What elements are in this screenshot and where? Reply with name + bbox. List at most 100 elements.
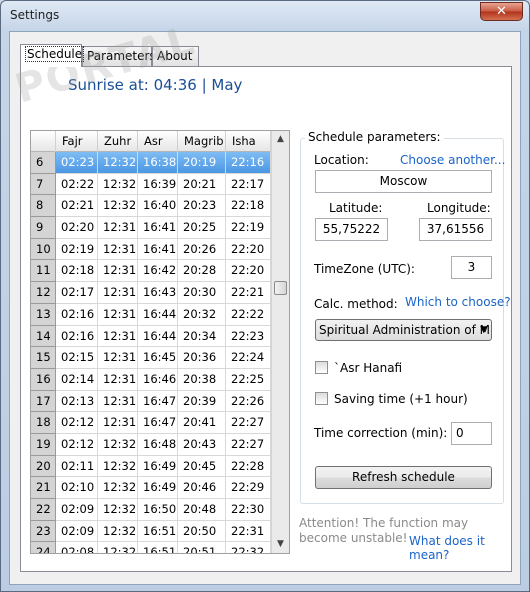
cell-fajr[interactable]: 02:16 — [56, 303, 98, 326]
cell-zuhr[interactable]: 12:31 — [98, 282, 138, 304]
cell-isha[interactable]: 22:28 — [226, 455, 271, 478]
cell-zuhr[interactable]: 12:32 — [98, 455, 138, 478]
cell-magrib[interactable]: 20:26 — [178, 238, 226, 261]
table-row[interactable]: 8 02:21 12:32 16:40 20:23 22:18 — [31, 195, 271, 218]
cell-magrib[interactable]: 20:21 — [178, 173, 226, 196]
refresh-schedule-button[interactable]: Refresh schedule — [315, 466, 492, 489]
cell-magrib[interactable]: 20:32 — [178, 303, 226, 326]
cell-magrib[interactable]: 20:46 — [178, 477, 226, 499]
choose-location-link[interactable]: Choose another... — [400, 153, 505, 167]
cell-zuhr[interactable]: 12:31 — [98, 347, 138, 369]
table-row[interactable]: 9 02:20 12:31 16:41 20:25 22:19 — [31, 217, 271, 239]
cell-isha[interactable]: 22:31 — [226, 520, 271, 543]
cell-zuhr[interactable]: 12:32 — [98, 499, 138, 521]
column-header-asr[interactable]: Asr — [138, 131, 178, 152]
table-row[interactable]: 18 02:12 12:31 16:47 20:41 22:27 — [31, 412, 271, 434]
table-row[interactable]: 7 02:22 12:32 16:39 20:21 22:17 — [31, 173, 271, 196]
table-row[interactable]: 22 02:09 12:32 16:50 20:48 22:30 — [31, 499, 271, 521]
cell-fajr[interactable]: 02:08 — [56, 542, 98, 553]
saving-time-label[interactable]: Saving time (+1 hour) — [334, 392, 468, 406]
cell-isha[interactable]: 22:20 — [226, 238, 271, 261]
cell-asr[interactable]: 16:40 — [138, 195, 178, 218]
cell-magrib[interactable]: 20:48 — [178, 499, 226, 521]
cell-zuhr[interactable]: 12:31 — [98, 325, 138, 348]
column-header-fajr[interactable]: Fajr — [56, 131, 98, 152]
cell-magrib[interactable]: 20:19 — [178, 152, 226, 174]
cell-zuhr[interactable]: 12:32 — [98, 433, 138, 456]
cell-fajr[interactable]: 02:15 — [56, 347, 98, 369]
cell-magrib[interactable]: 20:43 — [178, 433, 226, 456]
latitude-field[interactable]: 55,75222 — [315, 218, 388, 241]
cell-fajr[interactable]: 02:22 — [56, 173, 98, 196]
cell-zuhr[interactable]: 12:32 — [98, 195, 138, 218]
table-row[interactable]: 13 02:16 12:31 16:44 20:32 22:22 — [31, 303, 271, 326]
time-correction-field[interactable]: 0 — [451, 422, 492, 445]
saving-time-checkbox[interactable] — [315, 392, 328, 405]
cell-fajr[interactable]: 02:12 — [56, 433, 98, 456]
cell-magrib[interactable]: 20:38 — [178, 368, 226, 391]
cell-asr[interactable]: 16:38 — [138, 152, 178, 174]
cell-asr[interactable]: 16:41 — [138, 217, 178, 239]
cell-isha[interactable]: 22:26 — [226, 390, 271, 413]
cell-isha[interactable]: 22:23 — [226, 325, 271, 348]
cell-zuhr[interactable]: 12:31 — [98, 412, 138, 434]
cell-asr[interactable]: 16:43 — [138, 282, 178, 304]
cell-isha[interactable]: 22:32 — [226, 542, 271, 553]
table-row[interactable]: 16 02:14 12:31 16:46 20:38 22:25 — [31, 368, 271, 391]
cell-fajr[interactable]: 02:17 — [56, 282, 98, 304]
cell-asr[interactable]: 16:51 — [138, 542, 178, 553]
cell-asr[interactable]: 16:44 — [138, 303, 178, 326]
calc-method-select[interactable]: Spiritual Administration of M ▼ — [315, 319, 492, 341]
table-row[interactable]: 19 02:12 12:32 16:48 20:43 22:27 — [31, 433, 271, 456]
cell-isha[interactable]: 22:29 — [226, 477, 271, 499]
cell-asr[interactable]: 16:47 — [138, 412, 178, 434]
cell-asr[interactable]: 16:39 — [138, 173, 178, 196]
cell-fajr[interactable]: 02:14 — [56, 368, 98, 391]
cell-fajr[interactable]: 02:19 — [56, 238, 98, 261]
cell-fajr[interactable]: 02:09 — [56, 499, 98, 521]
cell-fajr[interactable]: 02:10 — [56, 477, 98, 499]
cell-asr[interactable]: 16:45 — [138, 347, 178, 369]
cell-magrib[interactable]: 20:23 — [178, 195, 226, 218]
cell-magrib[interactable]: 20:51 — [178, 542, 226, 553]
cell-zuhr[interactable]: 12:31 — [98, 368, 138, 391]
cell-isha[interactable]: 22:25 — [226, 368, 271, 391]
scrollbar-thumb[interactable] — [274, 281, 287, 295]
cell-fajr[interactable]: 02:21 — [56, 195, 98, 218]
cell-isha[interactable]: 22:24 — [226, 347, 271, 369]
cell-fajr[interactable]: 02:23 — [56, 152, 98, 174]
cell-fajr[interactable]: 02:12 — [56, 412, 98, 434]
table-row[interactable]: 15 02:15 12:31 16:45 20:36 22:24 — [31, 347, 271, 369]
cell-magrib[interactable]: 20:39 — [178, 390, 226, 413]
cell-isha[interactable]: 22:27 — [226, 433, 271, 456]
cell-zuhr[interactable]: 12:32 — [98, 542, 138, 553]
asr-hanafi-label[interactable]: `Asr Hanafi — [334, 361, 402, 375]
cell-asr[interactable]: 16:49 — [138, 455, 178, 478]
cell-asr[interactable]: 16:48 — [138, 433, 178, 456]
table-row[interactable]: 23 02:09 12:32 16:51 20:50 22:31 — [31, 520, 271, 543]
scroll-up-arrow-icon[interactable]: ▲ — [272, 131, 289, 148]
column-header-magrib[interactable]: Magrib — [178, 131, 226, 152]
cell-isha[interactable]: 22:22 — [226, 303, 271, 326]
cell-asr[interactable]: 16:44 — [138, 325, 178, 348]
cell-asr[interactable]: 16:47 — [138, 390, 178, 413]
cell-fajr[interactable]: 02:09 — [56, 520, 98, 543]
cell-zuhr[interactable]: 12:32 — [98, 173, 138, 196]
tab-schedule[interactable]: Schedule — [20, 44, 85, 67]
cell-isha[interactable]: 22:16 — [226, 152, 271, 174]
cell-isha[interactable]: 22:19 — [226, 217, 271, 239]
cell-isha[interactable]: 22:17 — [226, 173, 271, 196]
asr-hanafi-checkbox[interactable] — [315, 361, 328, 374]
cell-isha[interactable]: 22:21 — [226, 282, 271, 304]
cell-magrib[interactable]: 20:34 — [178, 325, 226, 348]
table-row[interactable]: 6 02:23 12:32 16:38 20:19 22:16 — [31, 152, 271, 174]
cell-zuhr[interactable]: 12:31 — [98, 217, 138, 239]
timezone-field[interactable]: 3 — [451, 256, 492, 279]
table-row[interactable]: 10 02:19 12:31 16:41 20:26 22:20 — [31, 238, 271, 261]
cell-isha[interactable]: 22:27 — [226, 412, 271, 434]
cell-magrib[interactable]: 20:45 — [178, 455, 226, 478]
what-does-it-mean-link[interactable]: What does it mean? — [409, 534, 511, 562]
cell-zuhr[interactable]: 12:31 — [98, 238, 138, 261]
scroll-down-arrow-icon[interactable]: ▼ — [272, 536, 289, 553]
prayer-times-grid[interactable]: Fajr Zuhr Asr Magrib Isha 6 02:23 12:32 16:… — [30, 130, 290, 554]
